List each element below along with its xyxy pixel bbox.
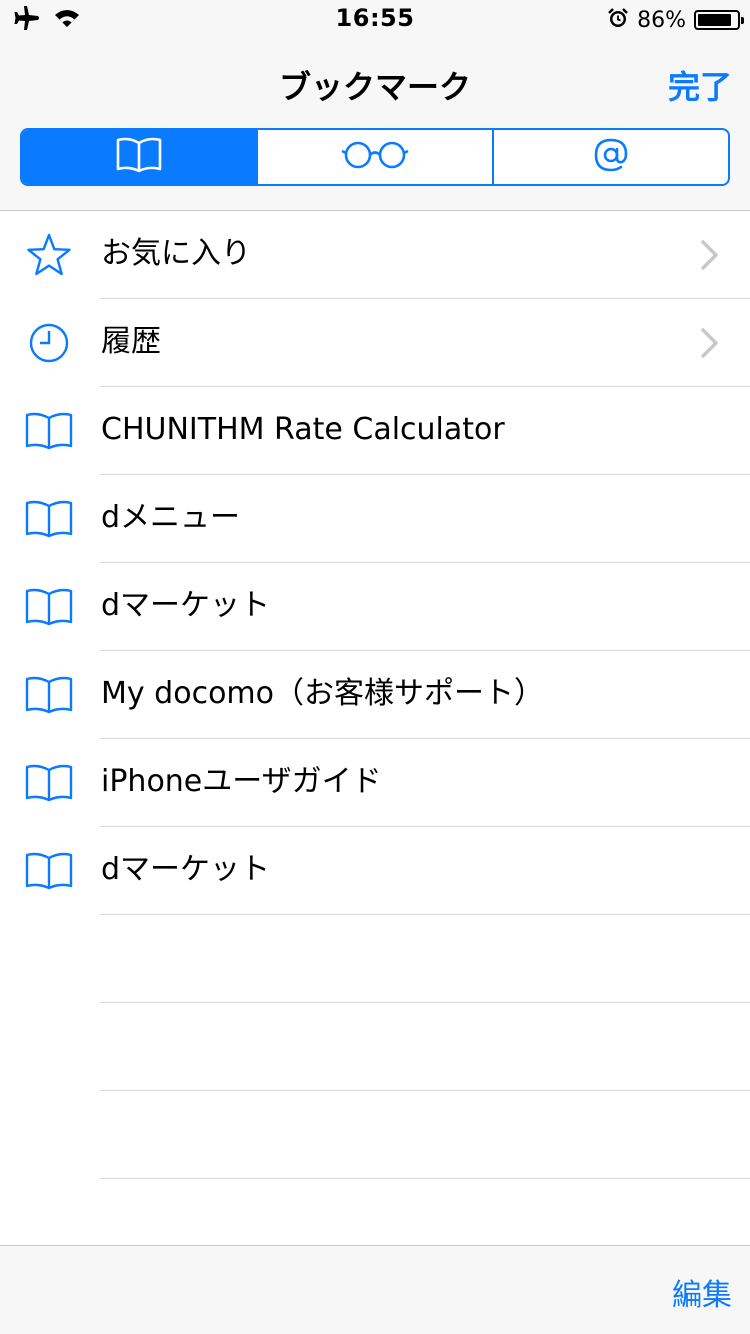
segment-reading-list[interactable] xyxy=(256,130,492,184)
book-icon xyxy=(24,407,74,455)
empty-row xyxy=(0,915,750,1003)
book-icon xyxy=(24,583,74,631)
battery-fill xyxy=(698,14,731,26)
chevron-right-icon xyxy=(700,327,720,359)
list-item-label: お気に入り xyxy=(101,236,251,271)
bookmark-label: CHUNITHM Rate Calculator xyxy=(101,412,505,447)
list-item-favorites[interactable]: お気に入り xyxy=(0,211,750,299)
reading-list-glasses-icon xyxy=(341,140,409,174)
empty-row xyxy=(0,1003,750,1091)
header-area: 16:55 86% ブックマーク 完了 xyxy=(0,0,750,211)
book-icon xyxy=(24,847,74,895)
star-icon xyxy=(24,231,74,279)
bookmark-label: iPhoneユーザガイド xyxy=(101,764,382,799)
status-right: 86% xyxy=(607,6,744,34)
bookmark-label: dメニュー xyxy=(101,500,241,535)
bookmark-list: お気に入り 履歴 CHUNITHM Rate Calculator dメニュー … xyxy=(0,211,750,1179)
shared-links-at-icon xyxy=(593,137,629,177)
bookmark-label: dマーケット xyxy=(101,588,271,623)
segmented-control xyxy=(20,128,730,186)
bookmark-item[interactable]: iPhoneユーザガイド xyxy=(0,739,750,827)
bookmarks-book-icon xyxy=(116,136,162,178)
bookmark-label: My docomo（お客様サポート） xyxy=(101,676,544,711)
empty-row xyxy=(0,1091,750,1179)
edit-button[interactable]: 編集 xyxy=(672,1270,732,1314)
bookmark-label: dマーケット xyxy=(101,852,271,887)
battery-icon xyxy=(694,10,744,30)
bookmark-item[interactable]: dマーケット xyxy=(0,827,750,915)
page-title: ブックマーク xyxy=(278,68,471,106)
book-icon xyxy=(24,495,74,543)
segment-bookmarks[interactable] xyxy=(22,130,256,184)
bookmark-item[interactable]: dマーケット xyxy=(0,563,750,651)
done-button[interactable]: 完了 xyxy=(668,62,732,108)
status-bar: 16:55 86% xyxy=(0,0,750,40)
book-icon xyxy=(24,671,74,719)
bookmark-item[interactable]: My docomo（お客様サポート） xyxy=(0,651,750,739)
list-item-history[interactable]: 履歴 xyxy=(0,299,750,387)
clock-icon xyxy=(24,319,74,367)
book-icon xyxy=(24,759,74,807)
segment-shared-links[interactable] xyxy=(492,130,728,184)
alarm-icon xyxy=(607,7,629,33)
battery-percent: 86% xyxy=(637,7,686,33)
bookmark-item[interactable]: dメニュー xyxy=(0,475,750,563)
chevron-right-icon xyxy=(700,239,720,271)
bookmarks-screen: 16:55 86% ブックマーク 完了 お気に入り 履歴 CHUNITHM Ra… xyxy=(0,0,750,1334)
battery-cap xyxy=(741,17,744,24)
bottom-toolbar: 編集 xyxy=(0,1245,750,1334)
bookmark-item[interactable]: CHUNITHM Rate Calculator xyxy=(0,387,750,475)
list-item-label: 履歴 xyxy=(101,324,161,359)
